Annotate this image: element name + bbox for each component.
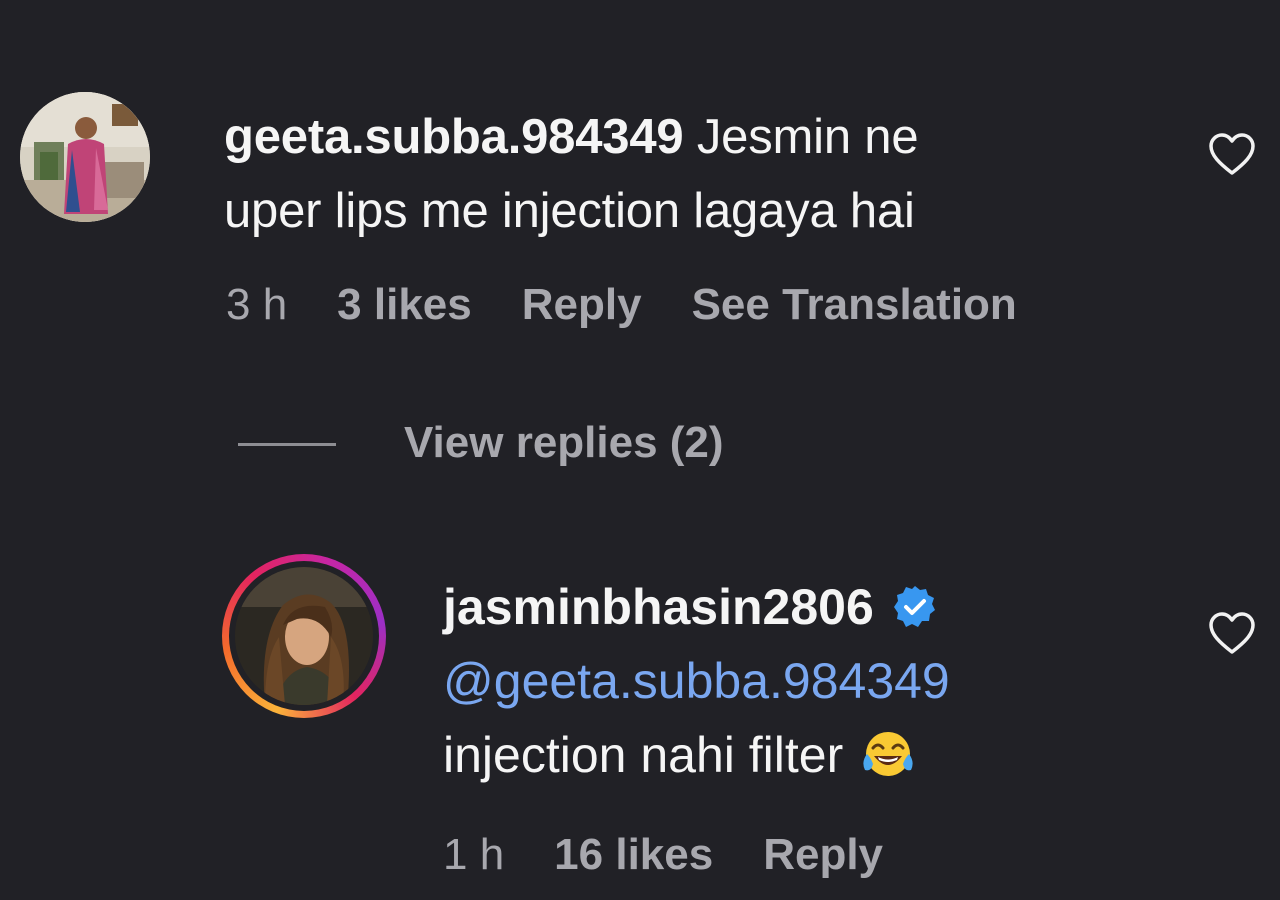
verified-badge-icon (892, 584, 938, 630)
see-translation-button[interactable]: See Translation (692, 280, 1017, 330)
avatar (235, 567, 373, 705)
mention-link[interactable]: @geeta.subba.984349 (443, 652, 950, 710)
view-replies-divider (238, 443, 336, 446)
reply-button[interactable]: Reply (763, 830, 883, 880)
heart-outline-icon (1209, 612, 1255, 654)
comment-time: 3 h (226, 280, 288, 329)
story-ring-avatar[interactable] (222, 554, 386, 718)
reply-text: injection nahi filter (443, 727, 844, 783)
reply-username[interactable]: jasminbhasin2806 (443, 578, 874, 636)
comment-meta: 3 h 3 likes Reply See Translation (226, 280, 1017, 330)
heart-outline-icon (1209, 133, 1255, 175)
reply-time: 1 h (443, 830, 505, 879)
avatar[interactable] (20, 92, 150, 222)
comment-likes[interactable]: 3 likes (337, 280, 472, 330)
reply-text-row: injection nahi filter (443, 726, 917, 784)
comment-text: geeta.subba.984349 Jesmin ne uper lips m… (224, 100, 1124, 248)
avatar-ring-gap (229, 561, 379, 711)
reply-meta: 1 h 16 likes Reply (443, 830, 883, 880)
user-avatar-photo (20, 92, 150, 222)
reply-button[interactable]: Reply (522, 280, 642, 330)
view-replies-button[interactable]: View replies (2) (404, 418, 724, 468)
comment-text-line2: uper lips me injection lagaya hai (224, 184, 915, 238)
user-avatar-photo (235, 567, 373, 705)
tears-of-joy-emoji-icon (859, 726, 917, 784)
comment-text-line1: Jesmin ne (696, 110, 919, 164)
like-button[interactable] (1207, 131, 1257, 177)
like-button[interactable] (1207, 610, 1257, 656)
reply-username-row: jasminbhasin2806 (443, 578, 938, 636)
reply-likes[interactable]: 16 likes (554, 830, 713, 880)
comment-username[interactable]: geeta.subba.984349 (224, 110, 684, 164)
